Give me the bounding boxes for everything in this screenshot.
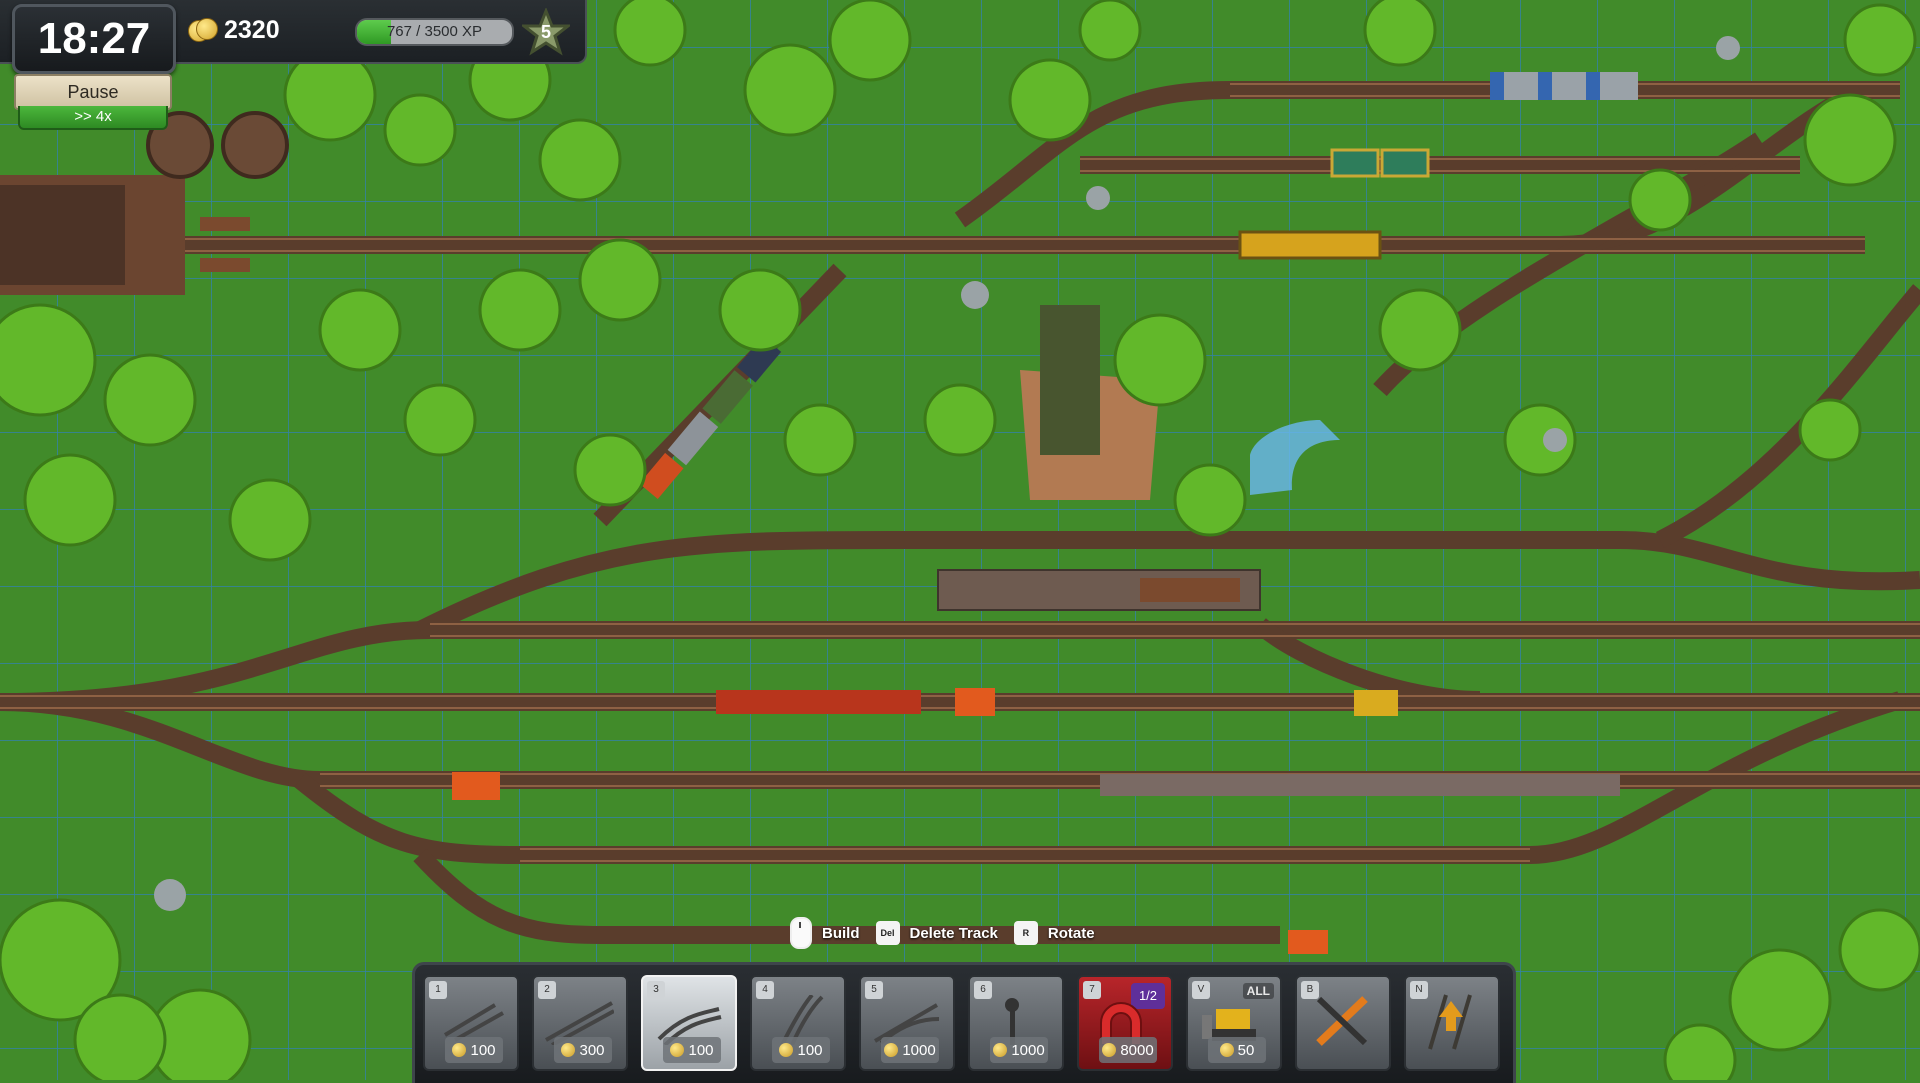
slot-price: 1000: [881, 1037, 939, 1063]
coin-icon: [884, 1043, 899, 1057]
slot-price: 1000: [990, 1037, 1048, 1063]
locomotive-orange: [452, 772, 500, 800]
train-top-grey: [1490, 72, 1638, 100]
mouse-left-icon: [790, 917, 812, 949]
hint-rotate-label: Rotate: [1047, 924, 1095, 942]
price-value: 100: [470, 1041, 496, 1059]
tool-slot-straight-long[interactable]: 2 300: [532, 975, 628, 1071]
price-value: 8000: [1120, 1041, 1154, 1059]
wagon-yellow: [1354, 690, 1398, 716]
coin-icon: [670, 1043, 685, 1057]
level-number: 5: [540, 22, 551, 42]
game-clock: 18:27: [12, 4, 176, 74]
coin-icon: [1219, 1043, 1234, 1057]
slot-price: 8000: [1099, 1037, 1157, 1063]
tool-slot-straight-short[interactable]: 1 100: [423, 975, 519, 1071]
xp-progress-bar: 767 / 3500 XP: [355, 18, 514, 46]
hint-build-label: Build: [822, 924, 860, 942]
hint-build: Build: [790, 917, 860, 949]
train-tank-wagons: [1100, 774, 1620, 796]
tools-icon: [1316, 996, 1368, 1046]
tool-slot-tools[interactable]: B: [1295, 975, 1391, 1071]
price-value: 100: [797, 1041, 823, 1059]
hint-delete: Del Delete Track: [875, 921, 998, 945]
xp-text: 767 / 3500 XP: [386, 23, 483, 40]
level-badge: 5: [519, 6, 573, 56]
coins-icon: [188, 18, 218, 42]
control-hints: Build Del Delete Track R Rotate: [790, 917, 1095, 949]
speed-button[interactable]: >> 4x: [18, 106, 168, 130]
slot-price: 100: [663, 1037, 721, 1063]
coin-icon: [1102, 1043, 1117, 1057]
slot-price: 50: [1208, 1037, 1266, 1063]
slot-price: 100: [445, 1037, 503, 1063]
slot-price: 100: [772, 1037, 830, 1063]
price-value: 50: [1237, 1041, 1255, 1059]
train-yellow-wagons: [1238, 230, 1382, 260]
coin-counter: 2320: [188, 12, 280, 48]
locomotive-orange-bottom: [1288, 930, 1328, 954]
slot-price: 300: [554, 1037, 612, 1063]
coin-icon: [993, 1043, 1008, 1057]
tool-slot-switch[interactable]: 5 1000: [859, 975, 955, 1071]
upgrade-track-icon: [1428, 994, 1472, 1050]
tool-slot-bulldozer[interactable]: V ALL 50: [1186, 975, 1282, 1071]
hint-rotate: R Rotate: [1013, 921, 1095, 945]
hint-delete-label: Delete Track: [909, 924, 998, 942]
delete-key-icon: Del: [875, 921, 900, 945]
tool-slot-magnet[interactable]: 7 1/2 8000: [1077, 975, 1173, 1071]
price-value: 1000: [902, 1041, 936, 1059]
tool-slot-curve[interactable]: 3 100: [641, 975, 737, 1071]
coin-icon: [779, 1043, 794, 1057]
r-key-icon: R: [1013, 921, 1038, 945]
coin-icon: [452, 1043, 467, 1057]
station-platform: [937, 569, 1261, 611]
price-value: 300: [579, 1041, 605, 1059]
tool-slot-curve-wide[interactable]: 4 100: [750, 975, 846, 1071]
tool-slot-signal[interactable]: 6 1000: [968, 975, 1064, 1071]
coin-icon: [561, 1043, 576, 1057]
pause-button[interactable]: Pause: [14, 74, 172, 110]
price-value: 1000: [1011, 1041, 1045, 1059]
build-toolbar: 1 100 2 300 3 100 4 100 5 1000 6 1000 7 …: [412, 962, 1516, 1083]
tool-slot-upgrade[interactable]: N: [1404, 975, 1500, 1071]
coin-amount: 2320: [224, 15, 280, 44]
price-value: 100: [688, 1041, 714, 1059]
